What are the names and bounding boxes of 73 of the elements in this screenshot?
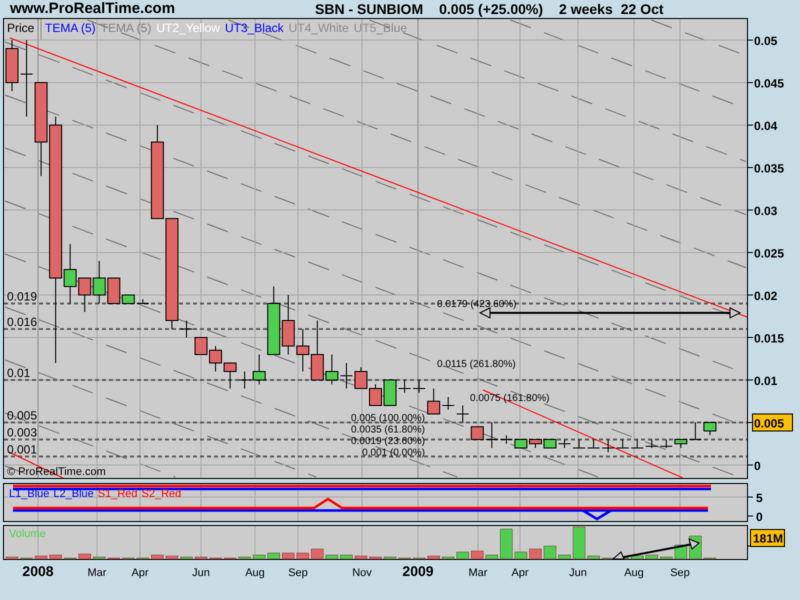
fibonacci-label: 0.001 (0.00%) bbox=[362, 448, 425, 458]
site-title: www.ProRealTime.com bbox=[9, 0, 176, 18]
candle bbox=[543, 438, 556, 448]
candle bbox=[354, 366, 368, 389]
candle bbox=[630, 438, 644, 448]
fibonacci-label: 0.0019 (23.60%) bbox=[351, 436, 425, 447]
month-label: Sep bbox=[670, 567, 690, 579]
month-label: Apr bbox=[511, 567, 529, 579]
level-label: 0.001 bbox=[7, 442, 38, 456]
month-label: Nov bbox=[352, 567, 372, 579]
axis-label: 0.04 bbox=[754, 119, 778, 134]
candle bbox=[296, 328, 310, 372]
candle bbox=[456, 405, 470, 423]
level-label: 0.005 bbox=[7, 408, 38, 422]
date-label: 22 Oct bbox=[620, 0, 664, 18]
axis-label: 0 bbox=[756, 510, 763, 522]
month-label: Aug bbox=[624, 567, 644, 579]
legend-label: UT3_Black bbox=[224, 21, 284, 35]
candle bbox=[514, 438, 528, 448]
axis-label: 5 bbox=[756, 491, 763, 505]
candle bbox=[660, 438, 673, 448]
legend-label: UT5_Blue bbox=[354, 21, 408, 35]
candle bbox=[703, 422, 716, 436]
axis-label: 0.02 bbox=[754, 289, 778, 304]
month-label: Jun bbox=[569, 567, 587, 579]
candle bbox=[340, 362, 353, 389]
price-tag: 0.005 bbox=[752, 414, 793, 432]
level-label: 0.016 bbox=[7, 315, 38, 330]
axis-label: 0.025 bbox=[754, 246, 784, 261]
month-label: Mar bbox=[88, 567, 106, 579]
fibonacci-label: 0.0115 (261.80%) bbox=[437, 359, 516, 370]
axis-label: 0.03 bbox=[754, 204, 778, 218]
axis-label: 0.05 bbox=[754, 34, 778, 48]
axis-label: 0.035 bbox=[754, 162, 784, 176]
axis-label: 0.015 bbox=[754, 332, 784, 346]
volume-title: Volume bbox=[9, 528, 46, 540]
fibonacci-label: 0.0035 (61.80%) bbox=[351, 424, 425, 436]
candle bbox=[528, 438, 542, 448]
year-label: 2009 bbox=[402, 563, 434, 579]
legend-label: TEMA (5) bbox=[45, 21, 96, 35]
legend-label: UT2_Yellow bbox=[156, 21, 220, 35]
month-label: Aug bbox=[245, 567, 265, 579]
legend-label: L1_Blue bbox=[9, 488, 50, 500]
month-label: Apr bbox=[131, 567, 149, 579]
level-label: 0.003 bbox=[7, 425, 38, 440]
month-label: Jun bbox=[192, 567, 210, 579]
price-change: 0.005 (+25.00%) bbox=[439, 0, 544, 18]
year-label: 2008 bbox=[22, 563, 54, 579]
legend-label: S2_Red bbox=[142, 488, 182, 500]
candle bbox=[558, 438, 572, 448]
candle bbox=[282, 294, 295, 355]
candle bbox=[6, 40, 18, 92]
fibonacci-label: 0.0075 (161.80%) bbox=[470, 393, 550, 404]
axis-label: 0 bbox=[754, 458, 761, 473]
month-label: Sep bbox=[288, 567, 308, 579]
legend-label: Price bbox=[7, 21, 34, 35]
legend-label: UT4_White bbox=[288, 21, 349, 35]
candle bbox=[369, 384, 382, 406]
candle bbox=[645, 438, 658, 448]
candle bbox=[572, 438, 586, 448]
fibonacci-label: 0.0179 (423.60%) bbox=[437, 299, 517, 310]
fibonacci-label: 0.005 (100.00%) bbox=[351, 413, 425, 424]
month-label: Mar bbox=[468, 567, 488, 579]
symbol-name: SBN - SUNBIOM bbox=[315, 0, 424, 18]
axis-label: 0.01 bbox=[754, 374, 778, 388]
time-period: 2 weeks bbox=[559, 0, 613, 18]
legend-label: S1_Red bbox=[98, 488, 138, 500]
axis-label: 0.045 bbox=[754, 76, 784, 91]
volume-tag: 181M bbox=[750, 529, 785, 547]
level-label: 0.01 bbox=[7, 366, 30, 380]
y-tick-label: 0.005 bbox=[754, 416, 784, 430]
level-label: 0.019 bbox=[7, 290, 38, 304]
legend-label: TEMA (5) bbox=[100, 21, 152, 35]
